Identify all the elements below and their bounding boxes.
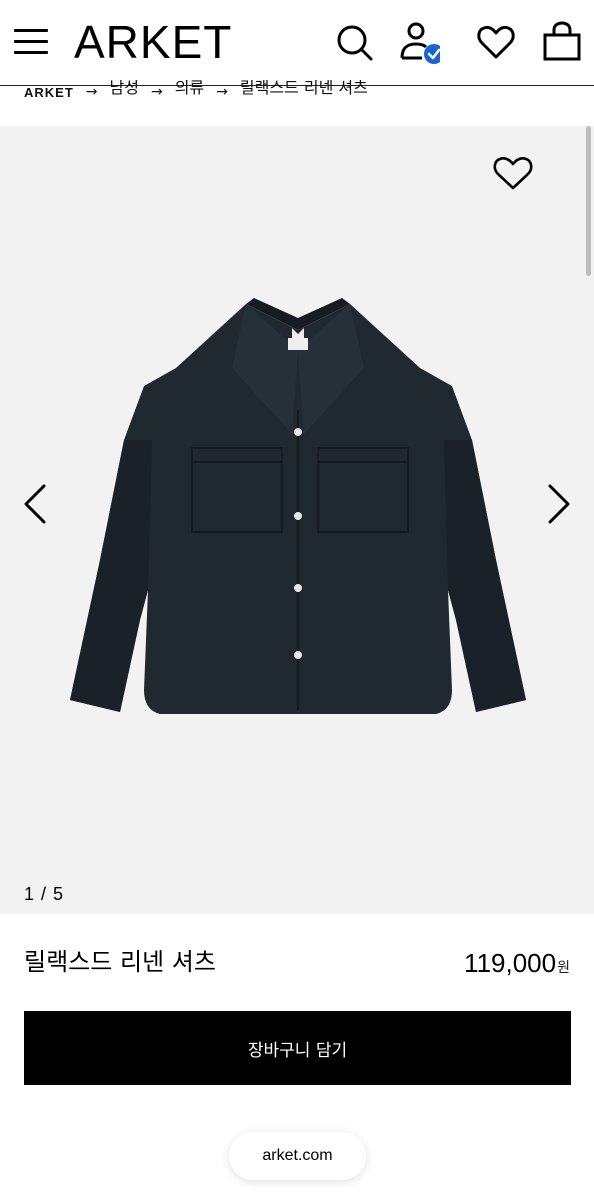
site-header: ARKET xyxy=(0,0,594,86)
previous-image-chevron-icon[interactable] xyxy=(18,480,58,528)
product-price: 119,000 원 xyxy=(464,948,570,979)
browser-url-bar[interactable]: arket.com xyxy=(229,1132,366,1180)
arrow-right-icon: → xyxy=(216,84,228,100)
next-image-chevron-icon[interactable] xyxy=(538,480,578,528)
breadcrumb-clothing[interactable]: 의류 xyxy=(175,80,204,98)
account-verified-icon[interactable] xyxy=(396,20,444,64)
arrow-right-icon: → xyxy=(85,84,98,100)
add-to-cart-button[interactable]: 장바구니 담기 xyxy=(24,1011,571,1085)
scrollbar[interactable] xyxy=(586,126,591,276)
wishlist-heart-icon[interactable] xyxy=(474,20,518,64)
search-icon[interactable] xyxy=(332,20,376,64)
menu-icon[interactable] xyxy=(14,26,50,58)
breadcrumb-men[interactable]: 남성 xyxy=(110,80,139,98)
breadcrumb-home[interactable]: ARKET xyxy=(24,85,74,100)
breadcrumb-current: 릴랙스드 리넨 셔츠 xyxy=(239,80,368,97)
price-amount: 119,000 xyxy=(464,948,557,978)
site-logo[interactable]: ARKET xyxy=(74,14,232,70)
product-image-shirt xyxy=(56,290,540,750)
arrow-right-icon: → xyxy=(150,84,163,100)
favorite-heart-icon[interactable] xyxy=(490,150,536,196)
price-currency: 원 xyxy=(557,960,570,976)
shopping-bag-icon[interactable] xyxy=(540,20,584,64)
product-name: 릴랙스드 리넨 셔츠 xyxy=(24,948,216,976)
image-counter: 1 / 5 xyxy=(24,884,65,904)
breadcrumb: ARKET → 남성 → 의류 → 릴랙스드 리넨 셔츠 xyxy=(24,80,368,104)
